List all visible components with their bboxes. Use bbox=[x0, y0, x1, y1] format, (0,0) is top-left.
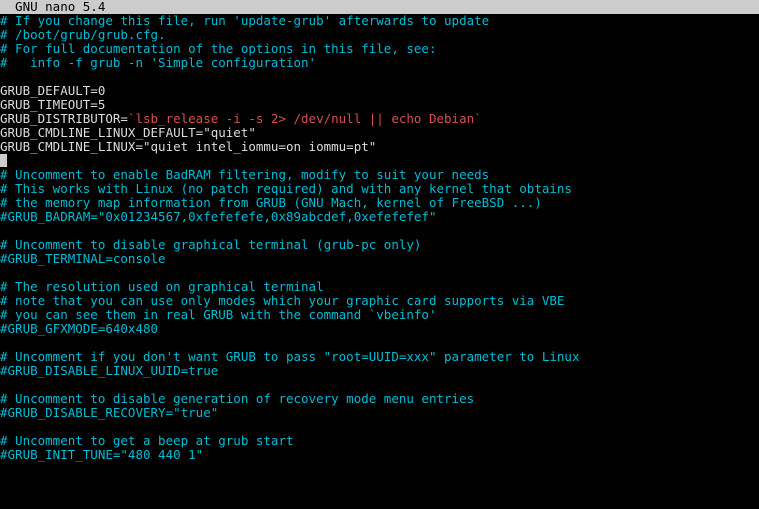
cursor bbox=[0, 154, 7, 167]
text-segment: GRUB_CMDLINE_LINUX_DEFAULT="quiet" bbox=[0, 125, 256, 140]
editor-line: GRUB_DEFAULT=0 bbox=[0, 84, 759, 98]
editor-line: # Uncomment to get a beep at grub start bbox=[0, 434, 759, 448]
text-segment: GRUB_DISTRIBUTOR= bbox=[0, 111, 128, 126]
text-segment: GRUB_CMDLINE_LINUX="quiet intel_iommu=on… bbox=[0, 139, 376, 154]
editor-line: #GRUB_INIT_TUNE="480 440 1" bbox=[0, 448, 759, 462]
text-segment: # you can see them in real GRUB with the… bbox=[0, 307, 437, 322]
text-segment: # info -f grub -n 'Simple configuration' bbox=[0, 55, 316, 70]
editor-line bbox=[0, 336, 759, 350]
text-segment: # The resolution used on graphical termi… bbox=[0, 279, 324, 294]
editor-line: # Uncomment to enable BadRAM filtering, … bbox=[0, 168, 759, 182]
text-segment: # Uncomment to disable graphical termina… bbox=[0, 237, 421, 252]
editor-line: #GRUB_BADRAM="0x01234567,0xfefefefe,0x89… bbox=[0, 210, 759, 224]
editor-line: GRUB_CMDLINE_LINUX_DEFAULT="quiet" bbox=[0, 126, 759, 140]
text-segment: # Uncomment to get a beep at grub start bbox=[0, 433, 294, 448]
editor-line: # If you change this file, run 'update-g… bbox=[0, 14, 759, 28]
editor-line: # /boot/grub/grub.cfg. bbox=[0, 28, 759, 42]
text-segment: # Uncomment to enable BadRAM filtering, … bbox=[0, 167, 489, 182]
editor-line: # note that you can use only modes which… bbox=[0, 294, 759, 308]
text-segment: # Uncomment if you don't want GRUB to pa… bbox=[0, 349, 579, 364]
editor-line: #GRUB_TERMINAL=console bbox=[0, 252, 759, 266]
editor-line: #GRUB_DISABLE_LINUX_UUID=true bbox=[0, 364, 759, 378]
text-segment: #GRUB_DISABLE_RECOVERY="true" bbox=[0, 405, 218, 420]
text-segment: #GRUB_BADRAM="0x01234567,0xfefefefe,0x89… bbox=[0, 209, 437, 224]
text-segment: GRUB_DEFAULT=0 bbox=[0, 83, 105, 98]
editor-area[interactable]: # If you change this file, run 'update-g… bbox=[0, 14, 759, 462]
editor-line: GRUB_TIMEOUT=5 bbox=[0, 98, 759, 112]
text-segment: # This works with Linux (no patch requir… bbox=[0, 181, 572, 196]
text-segment: #GRUB_DISABLE_LINUX_UUID=true bbox=[0, 363, 218, 378]
text-segment: `lsb_release -i -s 2> /dev/null || echo … bbox=[128, 111, 482, 126]
editor-line: # you can see them in real GRUB with the… bbox=[0, 308, 759, 322]
editor-line: # For full documentation of the options … bbox=[0, 42, 759, 56]
editor-line: # info -f grub -n 'Simple configuration' bbox=[0, 56, 759, 70]
editor-line bbox=[0, 154, 759, 168]
text-segment: # For full documentation of the options … bbox=[0, 41, 437, 56]
editor-line: # Uncomment to disable generation of rec… bbox=[0, 392, 759, 406]
editor-line: # This works with Linux (no patch requir… bbox=[0, 182, 759, 196]
text-segment: # note that you can use only modes which… bbox=[0, 293, 564, 308]
editor-line bbox=[0, 378, 759, 392]
text-segment: # the memory map information from GRUB (… bbox=[0, 195, 542, 210]
editor-line: # The resolution used on graphical termi… bbox=[0, 280, 759, 294]
editor-line: #GRUB_GFXMODE=640x480 bbox=[0, 322, 759, 336]
text-segment: #GRUB_TERMINAL=console bbox=[0, 251, 166, 266]
editor-line: GRUB_DISTRIBUTOR=`lsb_release -i -s 2> /… bbox=[0, 112, 759, 126]
editor-line bbox=[0, 266, 759, 280]
text-segment: #GRUB_INIT_TUNE="480 440 1" bbox=[0, 447, 203, 462]
editor-line: # Uncomment to disable graphical termina… bbox=[0, 238, 759, 252]
editor-line bbox=[0, 420, 759, 434]
editor-line: # the memory map information from GRUB (… bbox=[0, 196, 759, 210]
editor-line: #GRUB_DISABLE_RECOVERY="true" bbox=[0, 406, 759, 420]
editor-line bbox=[0, 70, 759, 84]
text-segment: # Uncomment to disable generation of rec… bbox=[0, 391, 474, 406]
text-segment: GRUB_TIMEOUT=5 bbox=[0, 97, 105, 112]
text-segment: #GRUB_GFXMODE=640x480 bbox=[0, 321, 158, 336]
nano-titlebar: GNU nano 5.4 bbox=[0, 0, 759, 14]
editor-line bbox=[0, 224, 759, 238]
text-segment: # If you change this file, run 'update-g… bbox=[0, 13, 489, 28]
text-segment: # /boot/grub/grub.cfg. bbox=[0, 27, 166, 42]
editor-line: # Uncomment if you don't want GRUB to pa… bbox=[0, 350, 759, 364]
editor-line: GRUB_CMDLINE_LINUX="quiet intel_iommu=on… bbox=[0, 140, 759, 154]
